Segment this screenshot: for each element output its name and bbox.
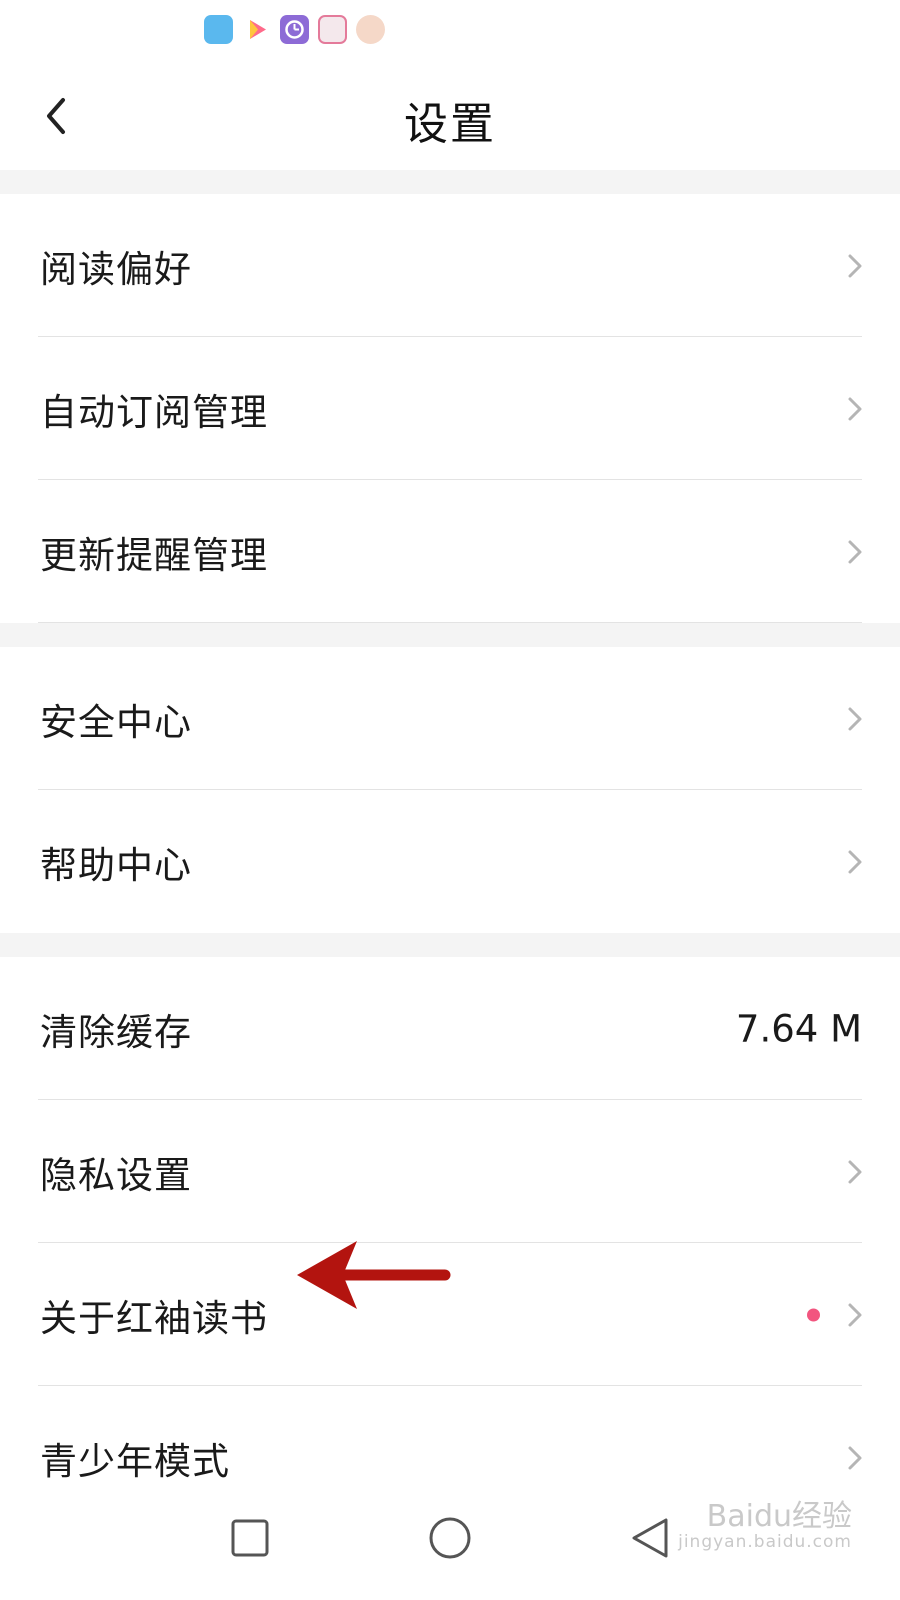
settings-item-auto-subscribe[interactable]: 自动订阅管理 — [0, 337, 900, 480]
watermark-main: Baidu经验 — [706, 1499, 852, 1534]
avatar-app-icon — [356, 15, 385, 44]
settings-item-clear-cache[interactable]: 清除缓存 7.64 M — [0, 957, 900, 1100]
settings-item-help-center[interactable]: 帮助中心 — [0, 790, 900, 933]
settings-item-label: 更新提醒管理 — [40, 533, 268, 577]
settings-item-label: 阅读偏好 — [40, 247, 192, 291]
chevron-right-icon — [848, 254, 862, 277]
section-gap — [0, 623, 900, 647]
status-bar — [0, 0, 900, 62]
settings-item-label: 帮助中心 — [40, 843, 192, 887]
page-title: 设置 — [404, 99, 496, 150]
section-gap — [0, 170, 900, 194]
watermark-sub: jingyan.baidu.com — [678, 1532, 852, 1552]
settings-item-label: 隐私设置 — [40, 1153, 192, 1197]
settings-item-reading-preference[interactable]: 阅读偏好 — [0, 194, 900, 337]
recents-square-icon — [231, 1519, 269, 1557]
video-app-icon — [242, 15, 271, 44]
shield-app-icon — [204, 15, 233, 44]
status-notification-icons — [204, 15, 385, 44]
chevron-right-icon — [848, 1446, 862, 1469]
chevron-right-icon — [848, 397, 862, 420]
home-circle-icon — [429, 1517, 471, 1559]
watermark: Baidu经验 jingyan.baidu.com — [678, 1500, 852, 1552]
new-badge-dot — [807, 1308, 820, 1321]
reading-app-icon — [318, 15, 347, 44]
cache-size-value: 7.64 M — [735, 1007, 862, 1050]
section-gap — [0, 933, 900, 957]
settings-item-update-reminder[interactable]: 更新提醒管理 — [0, 480, 900, 623]
recents-button[interactable] — [222, 1510, 278, 1566]
chevron-right-icon — [848, 707, 862, 730]
home-button[interactable] — [422, 1510, 478, 1566]
settings-item-security-center[interactable]: 安全中心 — [0, 647, 900, 790]
clock-app-icon — [280, 15, 309, 44]
chevron-right-icon — [848, 1303, 862, 1326]
chevron-right-icon — [848, 850, 862, 873]
chevron-right-icon — [848, 540, 862, 563]
settings-item-label: 自动订阅管理 — [40, 390, 268, 434]
back-triangle-icon — [632, 1518, 668, 1558]
annotation-arrow-icon — [297, 1241, 451, 1309]
chevron-right-icon — [848, 1160, 862, 1183]
settings-item-label: 清除缓存 — [40, 1010, 192, 1054]
title-bar: 设置 — [0, 62, 900, 170]
settings-item-label: 青少年模式 — [40, 1439, 230, 1483]
system-nav-bar: Baidu经验 jingyan.baidu.com — [0, 1480, 900, 1600]
settings-item-privacy[interactable]: 隐私设置 — [0, 1100, 900, 1243]
settings-item-label: 关于红袖读书 — [40, 1296, 268, 1340]
settings-item-label: 安全中心 — [40, 700, 192, 744]
back-nav-button[interactable] — [622, 1510, 678, 1566]
